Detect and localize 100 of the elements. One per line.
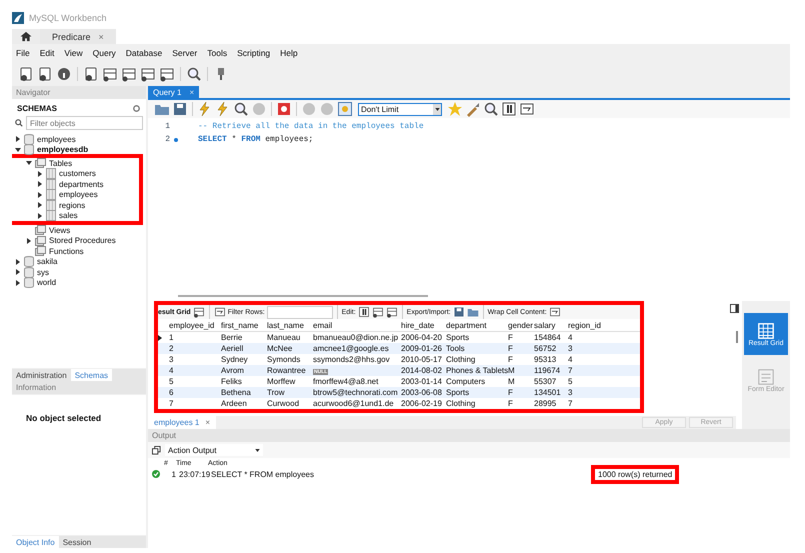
- save-icon[interactable]: [452, 306, 465, 318]
- star-icon[interactable]: [447, 101, 463, 117]
- column-header[interactable]: email: [310, 320, 398, 330]
- column-header[interactable]: hire_date: [398, 320, 443, 330]
- table-cell: bmanueau0@dion.ne.jp: [313, 333, 398, 342]
- collapsed-arrow-icon[interactable]: [15, 269, 21, 276]
- collapsed-arrow-icon[interactable]: [37, 202, 43, 208]
- connection-tab[interactable]: Predicare ×: [40, 29, 116, 44]
- sql-file-icon[interactable]: [37, 66, 53, 82]
- close-tab-button[interactable]: ×: [98, 32, 104, 42]
- copy-icon[interactable]: [152, 446, 161, 454]
- menu-item[interactable]: Server: [172, 48, 198, 58]
- panel-title: Output: [152, 431, 176, 440]
- tree-item[interactable]: regions: [59, 200, 86, 210]
- table-icon[interactable]: [386, 306, 398, 318]
- column-header[interactable]: employee_id: [166, 320, 218, 330]
- tree-item[interactable]: employeesdb: [37, 145, 88, 154]
- table-icon: [46, 200, 56, 211]
- tree-item[interactable]: sales: [59, 211, 78, 220]
- table-cell: fmorffew4@a8.net: [313, 377, 378, 386]
- sql-editor[interactable]: 1 -- Retrieve all the data in the employees table 2 SELECT * FROM employees;: [148, 118, 790, 291]
- panel-tab[interactable]: Object Info: [12, 536, 59, 548]
- table-cell: 2006-04-20: [401, 333, 442, 342]
- tree-item[interactable]: Stored Procedures: [49, 236, 116, 246]
- table-cell: 7: [169, 399, 174, 408]
- table-cell: M: [508, 366, 515, 375]
- table-cell: McNee: [267, 344, 292, 353]
- table-icon[interactable]: [121, 66, 137, 82]
- panel-toggle-icon[interactable]: [730, 304, 739, 313]
- collapsed-arrow-icon[interactable]: [15, 280, 21, 286]
- column-header[interactable]: department: [443, 320, 505, 330]
- panel-tab[interactable]: Session: [58, 536, 96, 548]
- table-icon[interactable]: [159, 66, 175, 82]
- collapsed-arrow-icon[interactable]: [15, 136, 21, 142]
- menu-item[interactable]: Database: [126, 48, 162, 58]
- tree-item[interactable]: customers: [59, 169, 96, 178]
- brush-icon[interactable]: [465, 101, 481, 117]
- close-tab-button[interactable]: ×: [205, 418, 210, 427]
- tree-item[interactable]: world: [37, 278, 56, 288]
- table-icon[interactable]: [102, 66, 118, 82]
- column-header[interactable]: last_name: [264, 320, 310, 330]
- collapsed-arrow-icon[interactable]: [37, 181, 43, 188]
- table-icon[interactable]: [372, 306, 384, 318]
- panel-tab[interactable]: Administration: [12, 369, 71, 381]
- tree-item[interactable]: sys: [37, 268, 49, 277]
- table-icon: [46, 189, 56, 200]
- collapsed-arrow-icon[interactable]: [37, 192, 43, 198]
- tree-item[interactable]: sakila: [37, 257, 58, 266]
- filter-field[interactable]: Filter objects: [26, 116, 143, 130]
- wrap-icon[interactable]: [548, 306, 561, 318]
- wrap-icon[interactable]: [519, 101, 535, 117]
- sql-file-icon[interactable]: [18, 66, 34, 82]
- query-tab[interactable]: Query 1 ×: [148, 86, 200, 98]
- table-cell: 2003-01-14: [401, 377, 442, 386]
- menu-item[interactable]: Query: [92, 48, 116, 58]
- tree-item[interactable]: employees: [37, 134, 76, 144]
- table-cell: Sports: [446, 388, 470, 397]
- scrollbar[interactable]: [736, 331, 738, 343]
- menu-item[interactable]: Edit: [40, 48, 54, 58]
- limit-dropdown[interactable]: Don't Limit: [358, 102, 442, 116]
- menu-item[interactable]: Tools: [207, 48, 228, 58]
- search-icon[interactable]: [186, 66, 202, 82]
- menu-item[interactable]: Help: [280, 48, 298, 58]
- result-tab[interactable]: employees 1 ×: [148, 416, 216, 429]
- table-cell: 3: [568, 344, 572, 353]
- panel-tab[interactable]: Schemas: [70, 369, 112, 381]
- tree-item[interactable]: employees: [59, 190, 98, 200]
- column-header[interactable]: first_name: [218, 320, 264, 330]
- menu-item[interactable]: File: [16, 48, 30, 58]
- home-tab[interactable]: [12, 29, 40, 44]
- output-mode-dropdown[interactable]: Action Output: [165, 444, 263, 456]
- tree-item[interactable]: Functions: [49, 246, 84, 256]
- search-icon[interactable]: [483, 101, 499, 117]
- menu-item[interactable]: View: [64, 48, 83, 58]
- table-cell: Clothing: [446, 399, 476, 408]
- expanded-arrow-icon[interactable]: [15, 146, 21, 153]
- collapsed-arrow-icon[interactable]: [37, 170, 43, 177]
- save-icon[interactable]: [172, 101, 188, 117]
- info-icon[interactable]: [56, 66, 72, 82]
- scrollbar[interactable]: [178, 295, 428, 297]
- column-header[interactable]: region_id: [565, 320, 605, 330]
- tree-item[interactable]: departments: [59, 180, 104, 189]
- collapsed-arrow-icon[interactable]: [37, 212, 43, 219]
- expanded-arrow-icon[interactable]: [26, 160, 32, 166]
- table-icon[interactable]: [140, 66, 156, 82]
- table-cell: Phones & Tablets: [446, 366, 508, 375]
- magnifier-icon[interactable]: [233, 101, 249, 117]
- tree-item[interactable]: Views: [49, 226, 70, 235]
- table-icon[interactable]: [192, 306, 205, 318]
- tab-label: Predicare: [52, 32, 91, 42]
- table-cell: M: [508, 377, 515, 386]
- column-header[interactable]: gender: [505, 320, 531, 330]
- collapsed-arrow-icon[interactable]: [26, 238, 32, 244]
- filter-rows-field[interactable]: [266, 306, 333, 318]
- menu-item[interactable]: Scripting: [237, 48, 270, 58]
- table-cell: Clothing: [446, 355, 476, 364]
- tree-item[interactable]: Tables: [49, 158, 72, 168]
- collapsed-arrow-icon[interactable]: [15, 258, 21, 265]
- table-cell: Sports: [446, 333, 470, 342]
- folder-icon: [35, 246, 46, 256]
